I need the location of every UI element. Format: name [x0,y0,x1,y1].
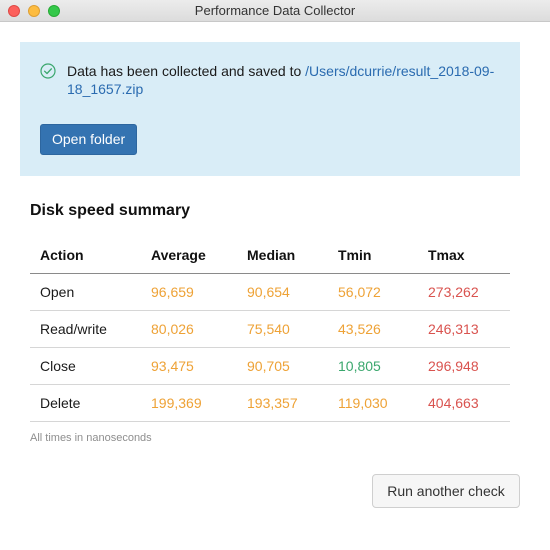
median-cell: 90,654 [237,273,328,311]
tmin-cell: 119,030 [328,384,418,422]
average-cell: 96,659 [141,273,237,311]
window-title: Performance Data Collector [194,3,356,18]
column-header-tmax: Tmax [418,236,510,274]
column-header-average: Average [141,236,237,274]
average-cell: 80,026 [141,310,237,348]
check-circle-icon [40,63,56,79]
column-header-tmin: Tmin [328,236,418,274]
run-another-check-button[interactable]: Run another check [372,474,520,508]
table-header-row: Action Average Median Tmin Tmax [30,236,510,274]
table-row: Close 93,475 90,705 10,805 296,948 [30,347,510,385]
action-cell: Read/write [30,310,141,348]
table-row: Read/write 80,026 75,540 43,526 246,313 [30,310,510,348]
action-cell: Delete [30,384,141,422]
window-titlebar: Performance Data Collector [0,0,550,22]
saved-message: Data has been collected and saved to /Us… [67,62,507,98]
action-cell: Open [30,273,141,311]
table-row: Open 96,659 90,654 56,072 273,262 [30,273,510,311]
tmin-cell: 10,805 [328,347,418,385]
tmin-cell: 56,072 [328,273,418,311]
median-cell: 193,357 [237,384,328,422]
tmax-cell: 246,313 [418,310,510,348]
units-footnote: All times in nanoseconds [30,432,152,444]
table-body: Open 96,659 90,654 56,072 273,262 Read/write 8… [30,273,510,422]
success-banner: Data has been collected and saved to /Us… [20,42,520,176]
tmax-cell: 273,262 [418,273,510,311]
average-cell: 93,475 [141,347,237,385]
table-row: Delete 199,369 193,357 119,030 404,663 [30,384,510,422]
column-header-action: Action [30,236,141,274]
tmin-cell: 43,526 [328,310,418,348]
tmax-cell: 296,948 [418,347,510,385]
column-header-median: Median [237,236,328,274]
average-cell: 199,369 [141,384,237,422]
summary-title: Disk speed summary [30,202,191,219]
tmax-cell: 404,663 [418,384,510,422]
median-cell: 75,540 [237,310,328,348]
open-folder-button[interactable]: Open folder [40,124,138,155]
disk-speed-table: Action Average Median Tmin Tmax Open 96,6… [30,236,510,422]
median-cell: 90,705 [237,347,328,385]
saved-message-text: Data has been collected and saved to [67,63,306,79]
action-cell: Close [30,347,141,385]
